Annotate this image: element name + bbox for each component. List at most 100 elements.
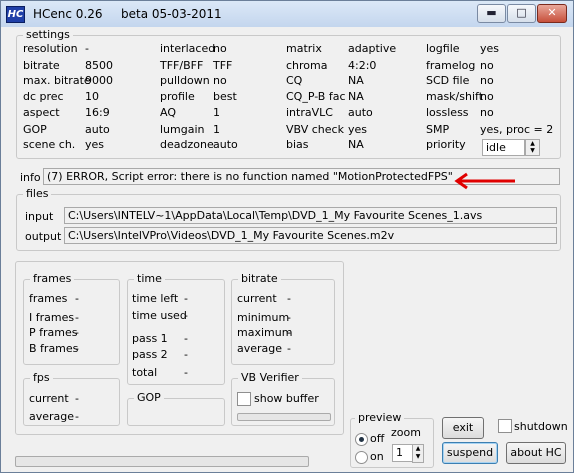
zoom-label: zoom <box>391 426 421 439</box>
files-title: files <box>23 187 52 200</box>
priority-select[interactable]: idle <box>482 139 525 156</box>
suspend-button[interactable]: suspend <box>442 442 498 464</box>
setting-value-vbv-check: yes <box>348 123 368 136</box>
zoom-spin-arrows[interactable]: ▲ ▼ <box>412 444 424 463</box>
maximize-icon: □ <box>516 6 527 19</box>
setting-value-interlaced: no <box>213 42 227 55</box>
bitrate-value-maximum: - <box>287 326 291 339</box>
settings-title: settings <box>23 28 73 41</box>
about-button[interactable]: about HC <box>506 442 566 464</box>
bitrate-value-minimum: - <box>287 311 291 324</box>
minimize-button[interactable]: ▬ <box>477 4 506 23</box>
setting-value-lossless: no <box>480 106 494 119</box>
setting-value-lumgain: 1 <box>213 123 220 136</box>
setting-label-deadzone: deadzone <box>160 138 214 151</box>
bitrate-label-maximum: maximum <box>237 326 293 339</box>
zoom-spinner[interactable]: 1 <box>392 444 414 462</box>
bitrate-label-minimum: minimum <box>237 311 290 324</box>
gop-group: GOP <box>127 391 225 426</box>
setting-label-priority: priority <box>426 138 466 151</box>
hc-logo-icon: HC <box>6 6 25 23</box>
frames-label-p-frames: P frames <box>29 326 78 339</box>
setting-label-dc-prec: dc prec <box>23 90 64 103</box>
bitrate-value-average: - <box>287 342 291 355</box>
app-version: beta 05-03-2011 <box>121 7 222 21</box>
setting-value-cq: NA <box>348 74 364 87</box>
maximize-button[interactable]: □ <box>507 4 536 23</box>
encode-progress-bar <box>15 456 309 467</box>
setting-value-intravlc: auto <box>348 106 373 119</box>
title-bar[interactable]: HC HCenc 0.26 beta 05-03-2011 ▬ □ ✕ <box>1 1 573 27</box>
vbv-title: VB Verifier <box>238 371 302 384</box>
setting-label-resolution: resolution <box>23 42 78 55</box>
setting-label-bitrate: bitrate <box>23 59 60 72</box>
time-value-total: - <box>184 366 188 379</box>
setting-value-cq-p-b-fac: NA <box>348 90 364 103</box>
frames-label-i-frames: I frames <box>29 311 75 324</box>
time-value-pass-2: - <box>184 348 188 361</box>
setting-label-framelog: framelog <box>426 59 476 72</box>
setting-value-profile: best <box>213 90 237 103</box>
setting-value-scd-file: no <box>480 74 494 87</box>
time-label-pass-2: pass 2 <box>132 348 168 361</box>
bitrate-value-current: - <box>287 292 291 305</box>
show-buffer-checkbox[interactable] <box>237 392 251 406</box>
output-file-field[interactable]: C:\Users\IntelVPro\Videos\DVD_1_My Favou… <box>64 227 557 244</box>
setting-label-cq: CQ <box>286 74 303 87</box>
setting-label-bias: bias <box>286 138 309 151</box>
setting-label-lumgain: lumgain <box>160 123 205 136</box>
fps-value-average: - <box>75 410 79 423</box>
preview-on-label: on <box>370 450 384 463</box>
preview-on-radio[interactable] <box>355 451 368 464</box>
preview-off-label: off <box>370 432 385 445</box>
frames-label-frames: frames <box>29 292 68 305</box>
setting-label-aspect: aspect <box>23 106 60 119</box>
setting-value-smp: yes, proc = 2 <box>480 123 554 136</box>
bitrate-label-average: average <box>237 342 283 355</box>
setting-label-max-bitrate: max. bitrate <box>23 74 91 87</box>
frames-value-frames: - <box>75 292 79 305</box>
setting-label-tff-bff: TFF/BFF <box>160 59 204 72</box>
setting-value-tff-bff: TFF <box>213 59 233 72</box>
minimize-icon: ▬ <box>486 6 497 19</box>
setting-value-scene-ch-: yes <box>85 138 105 151</box>
bitrate-label-current: current <box>237 292 277 305</box>
setting-value-chroma: 4:2:0 <box>348 59 377 72</box>
shutdown-checkbox[interactable] <box>498 419 512 433</box>
setting-label-interlaced: interlaced <box>160 42 216 55</box>
setting-label-matrix: matrix <box>286 42 322 55</box>
setting-value-aq: 1 <box>213 106 220 119</box>
setting-label-intravlc: intraVLC <box>286 106 333 119</box>
preview-off-radio[interactable] <box>355 433 368 446</box>
close-button[interactable]: ✕ <box>537 4 567 23</box>
setting-label-scene-ch-: scene ch. <box>23 138 76 151</box>
setting-label-pulldown: pulldown <box>160 74 210 87</box>
setting-label-mask-shift: mask/shift <box>426 90 484 103</box>
time-label-time-used: time used <box>132 309 187 322</box>
show-buffer-label: show buffer <box>254 392 319 405</box>
setting-value-mask-shift: no <box>480 90 494 103</box>
fps-label-current: current <box>29 392 69 405</box>
setting-label-gop: GOP <box>23 123 47 136</box>
setting-value-gop: auto <box>85 123 110 136</box>
fps-value-current: - <box>75 392 79 405</box>
input-file-field[interactable]: C:\Users\INTELV~1\AppData\Local\Temp\DVD… <box>64 207 557 224</box>
setting-label-vbv-check: VBV check <box>286 123 344 136</box>
preview-title: preview <box>355 411 405 424</box>
priority-spin-arrows[interactable]: ▲ ▼ <box>525 139 540 156</box>
exit-button[interactable]: exit <box>442 417 484 439</box>
bitrate-title: bitrate <box>238 272 281 285</box>
time-value-time-used: - <box>184 309 188 322</box>
setting-value-aspect: 16:9 <box>85 106 110 119</box>
setting-value-bias: NA <box>348 138 364 151</box>
output-label: output <box>25 230 62 243</box>
setting-value-logfile: yes <box>480 42 500 55</box>
app-title: HCenc 0.26 <box>33 7 103 21</box>
setting-label-scd-file: SCD file <box>426 74 470 87</box>
time-value-time-left: - <box>184 292 188 305</box>
fps-title: fps <box>30 371 53 384</box>
red-arrow-annotation <box>454 172 515 190</box>
setting-value-bitrate: 8500 <box>85 59 113 72</box>
frames-value-b-frames: - <box>75 342 79 355</box>
time-title: time <box>134 272 165 285</box>
